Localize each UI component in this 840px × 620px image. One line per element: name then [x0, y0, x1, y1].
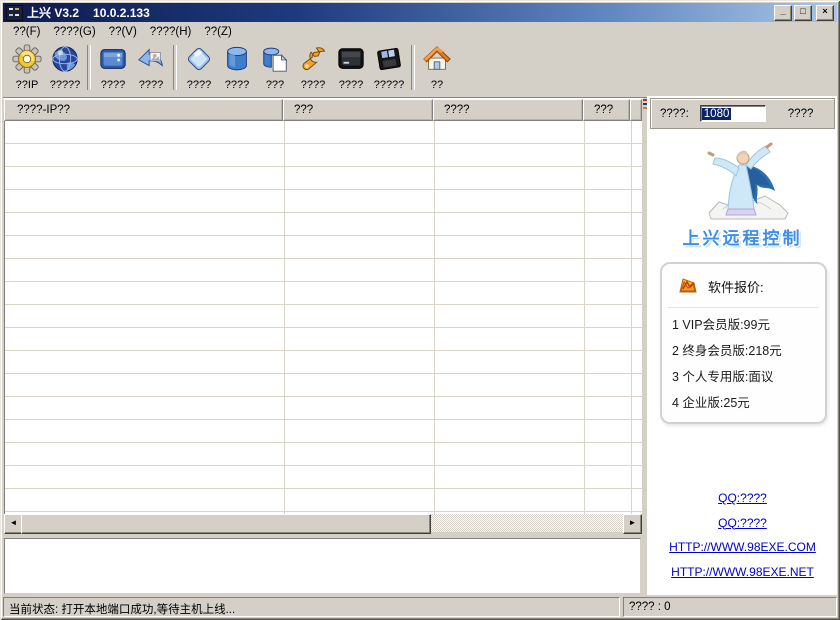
toolbar: ??IP ????? ????	[3, 41, 837, 98]
screen-icon	[98, 44, 128, 79]
app-window: 上兴 V3.2 10.0.2.133 _ □ × ??(F) ????(G) ?…	[0, 0, 840, 620]
database-file-icon	[260, 44, 290, 79]
qq-link-2[interactable]: QQ:????	[648, 511, 837, 536]
window-title: 上兴 V3.2	[27, 4, 79, 21]
status-message: 当前状态: 打开本地端口成功,等待主机上线...	[3, 597, 620, 617]
price-item: 2 终身会员版:218元	[662, 338, 825, 364]
toolbar-home[interactable]: ??	[418, 44, 456, 91]
close-button[interactable]: ×	[816, 5, 834, 21]
screen-photo-icon	[136, 44, 166, 79]
toolbar-screen-capture[interactable]: ????	[132, 44, 170, 91]
toolbar-database[interactable]: ????	[218, 44, 256, 91]
port-value-selected: 1080	[702, 108, 732, 120]
gear-ip-icon	[12, 44, 42, 79]
right-panel: ????: 1080 ???? 上兴远程控制	[647, 96, 837, 595]
horizontal-scrollbar[interactable]: ◄ ►	[4, 514, 642, 532]
toolbar-floppy[interactable]: ?????	[370, 44, 408, 91]
disk-diamond-icon	[184, 44, 214, 79]
toolbar-online-hosts[interactable]: ?????	[46, 44, 84, 91]
log-output-box[interactable]	[4, 538, 641, 594]
column-header-3[interactable]: ????	[433, 99, 583, 121]
menu-bar: ??(F) ????(G) ??(V) ????(H) ??(Z)	[3, 23, 837, 40]
scroll-right-button[interactable]: ►	[623, 514, 642, 534]
database-icon	[222, 44, 252, 79]
toolbar-disk[interactable]: ????	[180, 44, 218, 91]
brand-text: 上兴远程控制	[648, 224, 837, 249]
toolbar-separator	[411, 45, 415, 90]
website-link-com[interactable]: HTTP://WWW.98EXE.COM	[648, 535, 837, 560]
status-bar: 当前状态: 打开本地端口成功,等待主机上线... ???? : 0	[3, 597, 837, 617]
grid-line	[434, 121, 435, 514]
toolbar-label: ????	[139, 79, 163, 91]
wrench-icon	[298, 44, 328, 79]
toolbar-screen-view[interactable]: ????	[94, 44, 132, 91]
status-host-count: ???? : 0	[623, 597, 837, 617]
scrollbar-thumb[interactable]	[21, 514, 431, 534]
window-version: 10.0.2.133	[93, 6, 150, 20]
toolbar-configure-ip[interactable]: ??IP	[8, 44, 46, 91]
toolbar-database-file[interactable]: ???	[256, 44, 294, 91]
terminal-icon	[336, 44, 366, 79]
divider	[668, 307, 819, 308]
grid-line	[631, 121, 632, 514]
toolbar-label: ????	[225, 79, 249, 91]
qq-link-1[interactable]: QQ:????	[648, 486, 837, 511]
toolbar-label: ?????	[374, 79, 405, 91]
toolbar-terminal[interactable]: ????	[332, 44, 370, 91]
links-block: QQ:???? QQ:???? HTTP://WWW.98EXE.COM HTT…	[648, 486, 837, 584]
grid-line	[584, 121, 585, 514]
port-action-button[interactable]: ????	[788, 108, 814, 120]
price-chart-icon	[677, 274, 699, 299]
app-icon	[6, 5, 23, 21]
minimize-button[interactable]: _	[774, 5, 792, 21]
toolbar-label: ???	[266, 79, 284, 91]
menu-help[interactable]: ????(H)	[150, 26, 192, 38]
port-label: ????:	[660, 108, 689, 120]
price-item: 1 VIP会员版:99元	[662, 312, 825, 338]
globe-icon	[50, 44, 80, 79]
pricing-title: 软件报价:	[708, 277, 764, 296]
column-header-2[interactable]: ???	[283, 99, 433, 121]
toolbar-label: ????	[339, 79, 363, 91]
column-header-4[interactable]: ???	[583, 99, 630, 121]
maximize-button[interactable]: □	[794, 5, 812, 21]
port-input[interactable]: 1080	[700, 105, 766, 122]
floppy-icon	[374, 44, 404, 79]
hosts-table-body[interactable]	[4, 121, 642, 514]
toolbar-tools[interactable]: ????	[294, 44, 332, 91]
toolbar-label: ?????	[50, 79, 81, 91]
toolbar-separator	[87, 45, 91, 90]
menu-settings[interactable]: ????(G)	[53, 26, 95, 38]
menu-about[interactable]: ??(Z)	[204, 26, 231, 38]
toolbar-separator	[173, 45, 177, 90]
website-link-net[interactable]: HTTP://WWW.98EXE.NET	[648, 560, 837, 585]
toolbar-label: ????	[187, 79, 211, 91]
grid-line	[284, 121, 285, 514]
menu-file[interactable]: ??(F)	[13, 26, 40, 38]
menu-view[interactable]: ??(V)	[109, 26, 137, 38]
price-item: 3 个人专用版:面议	[662, 364, 825, 390]
hosts-table-header: ????-IP?? ??? ???? ???	[4, 99, 642, 121]
column-header-stub	[630, 99, 642, 121]
home-icon	[422, 44, 452, 79]
title-bar[interactable]: 上兴 V3.2 10.0.2.133 _ □ ×	[3, 3, 837, 22]
pricing-panel: 软件报价: 1 VIP会员版:99元 2 终身会员版:218元 3 个人专用版:…	[660, 262, 827, 424]
toolbar-label: ????	[301, 79, 325, 91]
toolbar-label: ??IP	[16, 79, 39, 91]
port-bar: ????: 1080 ????	[650, 98, 835, 129]
column-header-ip[interactable]: ????-IP??	[4, 99, 283, 121]
toolbar-label: ??	[431, 79, 443, 91]
price-item: 4 企业版:25元	[662, 390, 825, 416]
toolbar-label: ????	[101, 79, 125, 91]
mascot-image	[648, 135, 837, 226]
